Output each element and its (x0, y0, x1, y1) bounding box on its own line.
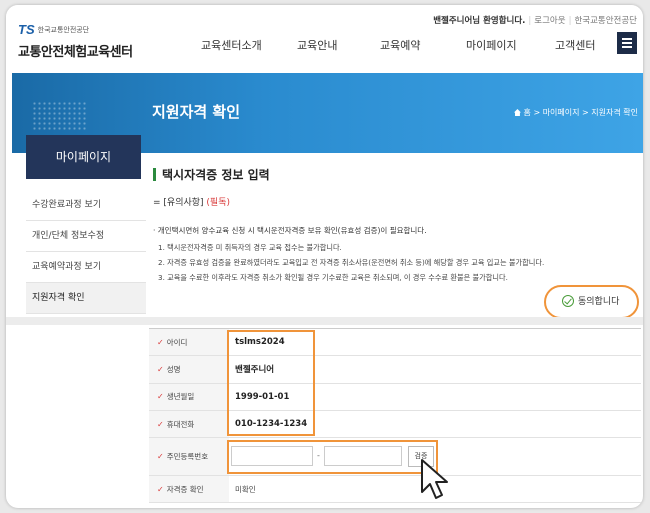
nav-item-mypage[interactable]: 마이페이지 (466, 37, 517, 53)
required-reading-label: (필독) (206, 198, 231, 208)
mouse-cursor-icon (421, 459, 448, 499)
check-icon: ✓ (157, 364, 164, 374)
welcome-text: 밴젤주니어님 환영합니다. (433, 16, 526, 26)
check-circle-icon (562, 295, 574, 307)
section-title: 택시자격증 정보 입력 (153, 166, 270, 183)
check-icon: ✓ (157, 419, 164, 429)
form-row-birth: ✓ 생년월일 1999-01-01 (149, 383, 641, 411)
logo-sub: 한국교통안전공단 (37, 26, 90, 34)
sidebar-title: 마이페이지 (26, 135, 141, 179)
qualification-form: ✓ 아이디 tslms2024 ✓ 성명 밴젤주니어 ✓ 생년월일 1999-01-0… (149, 328, 641, 504)
logo-main: 교통안전체험교육센터 (18, 45, 133, 60)
highlight-rrn (227, 440, 438, 474)
form-row-phone: ✓ 휴대전화 010-1234-1234 (149, 410, 641, 439)
logout-link[interactable]: 로그아웃 (534, 16, 565, 26)
notice-lead: · 개인택시면허 양수교육 신청 시 택시운전자격증 보유 확인(유효성 검증)… (153, 226, 427, 235)
check-icon: ✓ (157, 484, 164, 494)
logo-ts: TS (18, 22, 35, 37)
check-icon: ✓ (157, 392, 164, 402)
org-link[interactable]: 한국교통안전공단 (574, 16, 637, 26)
agree-checkbox[interactable]: 동의합니다 (544, 285, 639, 319)
utility-bar: 밴젤주니어님 환영합니다. | 로그아웃 | 한국교통안전공단 (433, 16, 637, 26)
notice-item: 1. 택시운전자격증 미 취득자의 경우 교육 접수는 불가합니다. (158, 243, 342, 252)
breadcrumb-mypage[interactable]: 마이페이지 (543, 108, 580, 117)
breadcrumb: 홈 > 마이페이지 > 지원자격 확인 (513, 107, 638, 118)
agree-label: 동의합니다 (578, 297, 620, 307)
nav-item-center[interactable]: 교육센터소개 (201, 37, 262, 53)
sidebar-item-completed-courses[interactable]: 수강완료과정 보기 (26, 190, 146, 221)
check-icon: ✓ (157, 452, 164, 462)
home-icon[interactable] (513, 109, 521, 116)
qualification-status: 미확인 (235, 484, 256, 494)
title-bar-decoration (153, 168, 156, 181)
check-icon: ✓ (157, 337, 164, 347)
section-divider (6, 317, 643, 325)
notice-heading: = [유의사항] (필독) (153, 198, 231, 208)
nav-item-support[interactable]: 고객센터 (555, 37, 595, 53)
site-logo[interactable]: TS 한국교통안전공단 교통안전체험교육센터 (18, 19, 133, 60)
notice-item: 3. 교육을 수료한 이후라도 자격증 취소가 확인될 경우 기수료한 교육은 … (158, 273, 508, 282)
notice-list: 1. 택시운전자격증 미 취득자의 경우 교육 접수는 불가합니다. 2. 자격… (158, 243, 544, 288)
page-title: 지원자격 확인 (152, 103, 241, 121)
sidebar-item-qualification[interactable]: 지원자격 확인 (26, 283, 146, 314)
sidebar-menu: 수강완료과정 보기 개인/단체 정보수정 교육예약과정 보기 지원자격 확인 (26, 190, 146, 314)
form-row-id: ✓ 아이디 tslms2024 (149, 329, 641, 357)
form-row-qualification: ✓ 자격증 확인 미확인 (149, 476, 641, 504)
sidebar-item-edit-info[interactable]: 개인/단체 정보수정 (26, 221, 146, 252)
nav-item-reservation[interactable]: 교육예약 (380, 37, 420, 53)
notice-item: 2. 자격증 유효성 검증을 완료하였더라도 교육입교 전 자격증 취소사유(운… (158, 258, 545, 267)
sidebar-item-reservations[interactable]: 교육예약과정 보기 (26, 252, 146, 283)
hamburger-menu-icon[interactable] (617, 32, 637, 54)
site-header: 밴젤주니어님 환영합니다. | 로그아웃 | 한국교통안전공단 TS 한국교통안전공단 교… (6, 5, 643, 77)
breadcrumb-home[interactable]: 홈 (524, 108, 531, 117)
form-row-name: ✓ 성명 밴젤주니어 (149, 356, 641, 384)
nav-item-guide[interactable]: 교육안내 (297, 37, 337, 53)
highlight-user-info (227, 330, 315, 436)
browser-frame: 밴젤주니어님 환영합니다. | 로그아웃 | 한국교통안전공단 TS 한국교통안전공단 교… (6, 5, 643, 508)
dot-pattern-decoration (32, 101, 88, 131)
breadcrumb-current: 지원자격 확인 (591, 108, 638, 117)
